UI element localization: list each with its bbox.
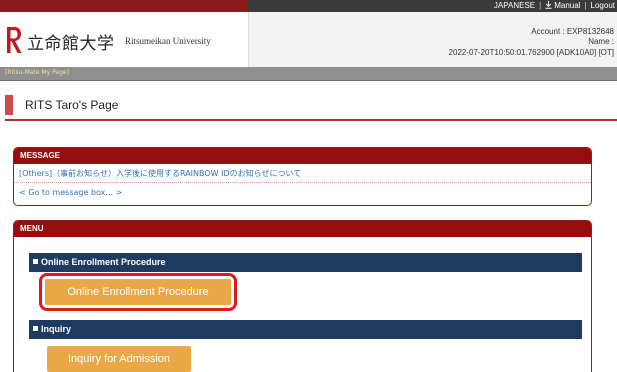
- manual-label: Manual: [554, 1, 581, 10]
- top-links: JAPANESE | Manual | Logout: [494, 0, 615, 12]
- go-to-message-box-link[interactable]: < Go to message box... >: [14, 183, 591, 202]
- top-bar-brand-strip: [0, 0, 248, 12]
- message-panel: MESSAGE [Others]（事前お知らせ）入学後に使用するRAINBOW …: [13, 147, 592, 206]
- ritsumeikan-r-logo-icon: [7, 27, 22, 53]
- message-item[interactable]: [Others]（事前お知らせ）入学後に使用するRAINBOW IDのお知らせに…: [14, 164, 591, 183]
- university-logo[interactable]: 立命館大学 Ritsumeikan University: [0, 12, 248, 67]
- university-name-en: Ritsumeikan University: [125, 36, 211, 46]
- logout-link[interactable]: Logout: [591, 0, 615, 12]
- page-title-bar: RITS Taro's Page: [5, 93, 617, 121]
- online-enrollment-procedure-button[interactable]: Online Enrollment Procedure: [45, 279, 231, 305]
- breadcrumb-bar: [Ritsu-Mate My Page]: [0, 67, 617, 81]
- section-title: Inquiry: [41, 324, 72, 334]
- page-title: RITS Taro's Page: [25, 98, 119, 112]
- section-online-enrollment: Online Enrollment Procedure: [29, 253, 582, 272]
- separator: |: [539, 1, 542, 10]
- section-inquiry: Inquiry: [29, 320, 582, 339]
- menu-panel: MENU Online Enrollment Procedure Online …: [13, 220, 592, 372]
- header: 立命館大学 Ritsumeikan University Account : E…: [0, 12, 617, 67]
- manual-link[interactable]: Manual: [545, 0, 580, 12]
- breadcrumb[interactable]: [Ritsu-Mate My Page]: [5, 69, 69, 76]
- inquiry-for-admission-button[interactable]: Inquiry for Admission: [47, 346, 191, 372]
- download-icon: [545, 1, 552, 9]
- title-marker: [5, 95, 13, 115]
- square-bullet-icon: [33, 326, 38, 331]
- top-utility-bar: JAPANESE | Manual | Logout: [0, 0, 617, 12]
- account-info: Account : EXP8132648 Name : 2022-07-20T1…: [248, 12, 617, 67]
- university-name-jp: 立命館大学: [27, 34, 115, 54]
- square-bullet-icon: [33, 259, 38, 264]
- account-name: Name :: [588, 37, 614, 46]
- language-link[interactable]: JAPANESE: [494, 0, 535, 12]
- session-info: 2022-07-20T10:50:01.762900 [ADK10A0] [OT…: [448, 48, 614, 57]
- menu-panel-heading: MENU: [14, 221, 591, 237]
- section-title: Online Enrollment Procedure: [41, 257, 166, 267]
- message-panel-heading: MESSAGE: [14, 148, 591, 164]
- separator: |: [584, 1, 587, 10]
- account-id: Account : EXP8132648: [531, 27, 614, 36]
